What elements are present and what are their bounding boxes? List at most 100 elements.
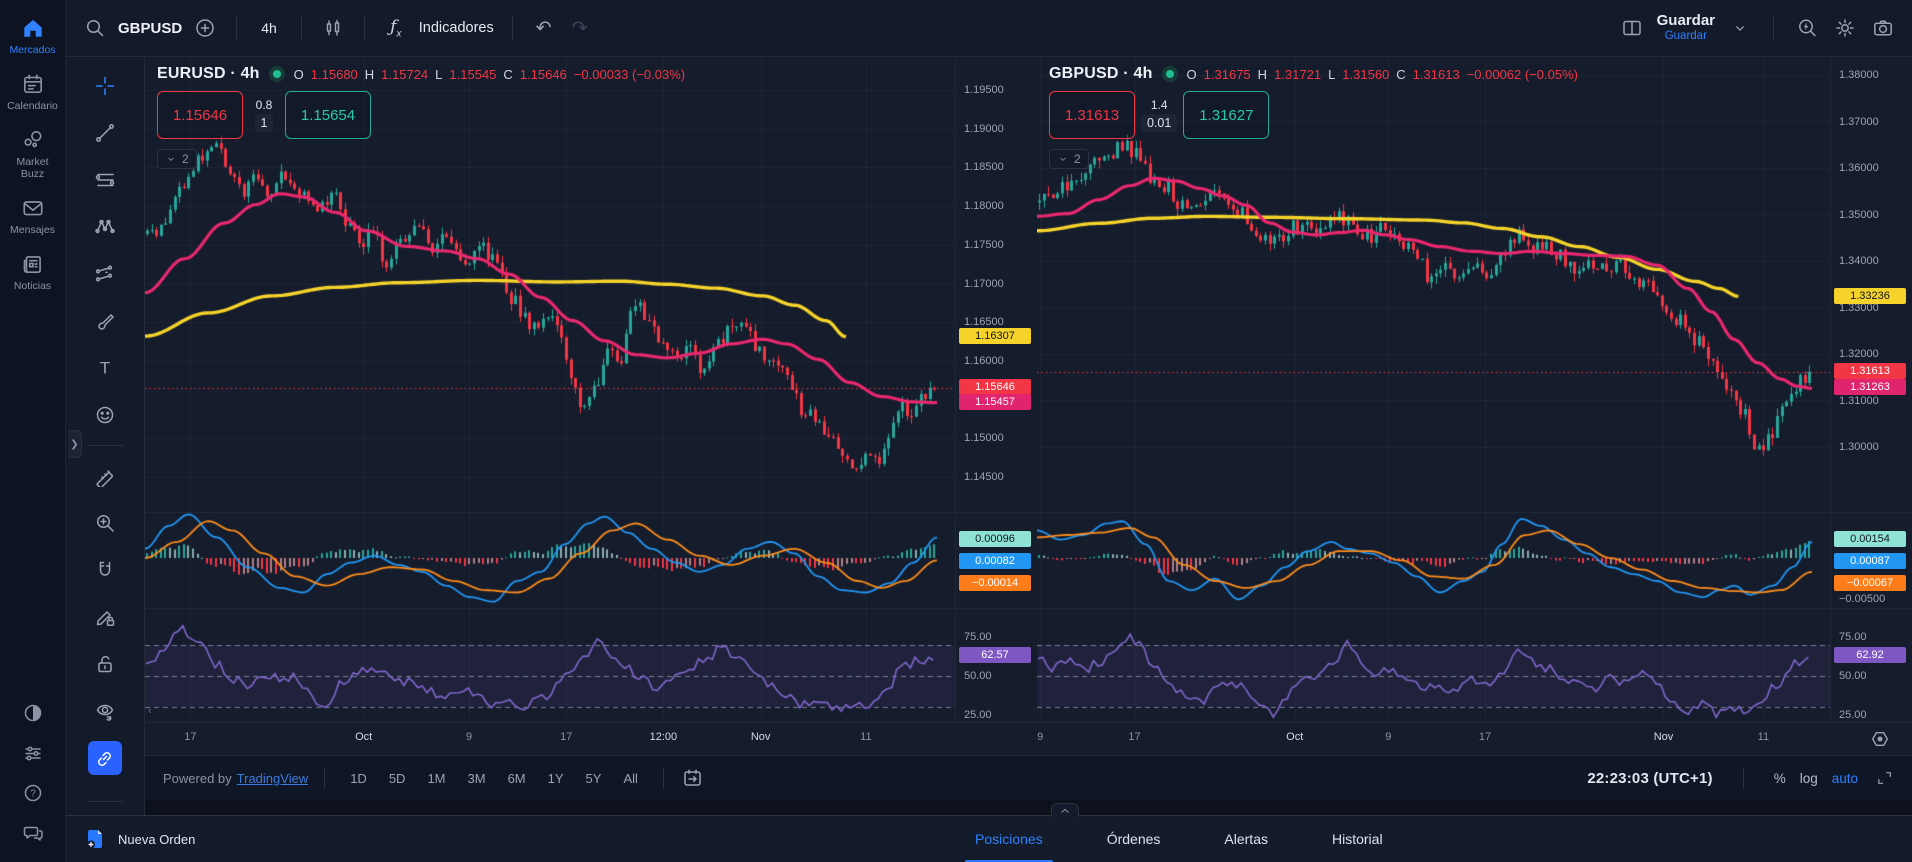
sidebar-nav: Mercados Calendario Market Buzz Mensajes Not… <box>1 0 65 292</box>
time-axis[interactable]: 9 17 Oct 9 17 Nov 11 <box>1037 722 1912 755</box>
rsi-axis-label: 25.00 <box>964 709 992 721</box>
range-button-6m[interactable]: 6M <box>499 767 535 790</box>
emoji-icon[interactable] <box>88 398 122 432</box>
save-button[interactable]: Guardar Guardar <box>1657 13 1715 42</box>
sliders-icon[interactable] <box>22 742 44 764</box>
home-icon <box>21 16 45 40</box>
go-to-date-icon[interactable] <box>680 765 706 791</box>
crosshair-icon[interactable] <box>88 69 122 103</box>
text-icon[interactable]: T <box>88 351 122 385</box>
symbol-search-label[interactable]: GBPUSD <box>118 20 182 37</box>
tab-posiciones[interactable]: Posiciones <box>965 816 1053 862</box>
time-axis[interactable]: 17 Oct 9 17 12:00 Nov 11 <box>145 722 1037 755</box>
ruler-icon[interactable] <box>88 459 122 493</box>
fib-retracement-icon[interactable] <box>88 163 122 197</box>
tab-historial[interactable]: Historial <box>1328 816 1387 862</box>
magnet-icon[interactable] <box>88 553 122 587</box>
snapshot-camera-icon[interactable] <box>1870 15 1896 41</box>
buy-button[interactable]: 1.15654 <box>285 91 371 139</box>
market-status-icon[interactable] <box>1161 66 1178 82</box>
layout-select-icon[interactable] <box>1619 15 1645 41</box>
sidebar-item-market-buzz[interactable]: Market Buzz <box>1 128 65 180</box>
symbol-search-icon[interactable] <box>82 15 108 41</box>
chart-gbpusd[interactable]: GBPUSD · 4h O 1.31675 H 1.31721 L 1.31560 C 1.31… <box>1037 57 1912 755</box>
scroll-left-chevron-icon[interactable]: ‹ <box>148 705 152 717</box>
orders-panel: Nueva Orden Posiciones Órdenes Alertas Hist… <box>66 803 1912 862</box>
tradingview-link[interactable]: TradingView <box>237 771 309 786</box>
ohlc-value: 1.15545 <box>449 66 497 82</box>
compare-add-icon[interactable] <box>192 15 218 41</box>
lock-all-icon[interactable] <box>88 647 122 681</box>
time-axis-label: 12:00 <box>649 731 678 743</box>
settings-gear-icon[interactable] <box>1832 15 1858 41</box>
fx-icon[interactable]: ƒx <box>383 15 409 41</box>
sidebar-item-mensajes[interactable]: Mensajes <box>1 196 65 236</box>
chart-eurusd[interactable]: EURUSD · 4h O 1.15680 H 1.15724 L 1.15545 C 1.15… <box>145 57 1037 755</box>
price-axis[interactable]: 1.38000 1.37000 1.36000 1.35000 1.34000 1.330… <box>1830 57 1912 755</box>
rsi-axis-label: 25.00 <box>1839 709 1867 721</box>
sell-button[interactable]: 1.15646 <box>157 91 243 139</box>
interval-button[interactable]: 4h <box>255 16 283 40</box>
undo-icon[interactable]: ↶ <box>531 15 557 41</box>
clock-label[interactable]: 22:23:03 (UTC+1) <box>1587 770 1712 787</box>
sidebar-item-calendario[interactable]: Calendario <box>1 72 65 112</box>
macd-badge: 0.00087 <box>1834 553 1906 569</box>
save-dropdown-chevron-icon[interactable] <box>1727 15 1753 41</box>
ohlc-item: H <box>364 66 375 82</box>
range-button-3m[interactable]: 3M <box>459 767 495 790</box>
sidebar-item-label: Calendario <box>7 100 58 113</box>
range-button-5y[interactable]: 5Y <box>577 767 611 790</box>
trading-app: Mercados Calendario Market Buzz Mensajes Not… <box>0 0 1912 862</box>
save-label: Guardar <box>1656 12 1715 30</box>
range-button-1d[interactable]: 1D <box>341 767 376 790</box>
log-scale-button[interactable]: log <box>1800 771 1818 786</box>
time-axis-label: 17 <box>1128 731 1141 743</box>
price-axis-label: 1.19500 <box>964 84 1004 96</box>
range-button-1m[interactable]: 1M <box>418 767 454 790</box>
trend-line-icon[interactable] <box>88 116 122 150</box>
indicators-collapse-badge[interactable]: 2 <box>1049 149 1089 169</box>
auto-scale-button[interactable]: auto <box>1832 771 1858 786</box>
buy-button[interactable]: 1.31627 <box>1183 91 1270 139</box>
theme-icon[interactable] <box>22 702 44 724</box>
draw-lock-icon[interactable] <box>88 600 122 634</box>
sidebar-item-noticias[interactable]: Noticias <box>1 252 65 292</box>
indicators-collapse-badge[interactable]: 2 <box>157 149 197 169</box>
xabcd-pattern-icon[interactable] <box>88 210 122 244</box>
toolbar-separator <box>1773 14 1774 41</box>
sell-button[interactable]: 1.31613 <box>1049 91 1135 139</box>
chart-style-icon[interactable] <box>320 15 346 41</box>
price-axis[interactable]: 1.19500 1.19000 1.18500 1.18000 1.17500 1.170… <box>955 57 1037 755</box>
sidebar-expand-handle[interactable]: ❯ <box>68 430 82 458</box>
chart-symbol-title[interactable]: GBPUSD · 4h <box>1049 65 1153 83</box>
chat-icon[interactable] <box>22 822 44 844</box>
rsi-axis-label: 75.00 <box>964 631 992 643</box>
time-axis-label: 17 <box>184 731 197 743</box>
indicators-button[interactable]: Indicadores <box>419 20 494 36</box>
tab-ordenes[interactable]: Órdenes <box>1103 816 1165 862</box>
projection-icon[interactable] <box>88 257 122 291</box>
range-button-1y[interactable]: 1Y <box>539 767 573 790</box>
percent-scale-button[interactable]: % <box>1774 771 1786 786</box>
market-status-icon[interactable] <box>268 66 285 82</box>
tab-alertas[interactable]: Alertas <box>1220 816 1272 862</box>
chart-symbol-title[interactable]: EURUSD · 4h <box>157 65 260 83</box>
quote-row: 1.15646 0.8 1 1.15654 <box>157 91 685 139</box>
hide-all-icon[interactable] <box>88 694 122 728</box>
range-button-5d[interactable]: 5D <box>380 767 415 790</box>
brush-icon[interactable] <box>88 304 122 338</box>
new-order-button[interactable]: Nueva Orden <box>84 828 195 850</box>
range-button-all[interactable]: All <box>614 767 646 790</box>
zoom-icon[interactable] <box>88 506 122 540</box>
price-axis-label: 1.34000 <box>1839 255 1879 267</box>
sidebar-item-mercados[interactable]: Mercados <box>1 16 65 56</box>
redo-icon[interactable]: ↷ <box>567 15 593 41</box>
fullscreen-icon[interactable] <box>1872 765 1898 791</box>
sync-link-icon[interactable] <box>88 741 122 775</box>
help-icon[interactable]: ? <box>22 782 44 804</box>
price-badge-yellow: 1.16307 <box>959 328 1031 345</box>
price-axis-label: 1.37000 <box>1839 115 1879 128</box>
quick-search-icon[interactable] <box>1794 15 1820 41</box>
chart-quick-settings-icon[interactable] <box>1870 729 1890 749</box>
chart-top-toolbar: GBPUSD 4h ƒx Indicadores ↶ ↷ Guardar Gua… <box>66 0 1912 57</box>
